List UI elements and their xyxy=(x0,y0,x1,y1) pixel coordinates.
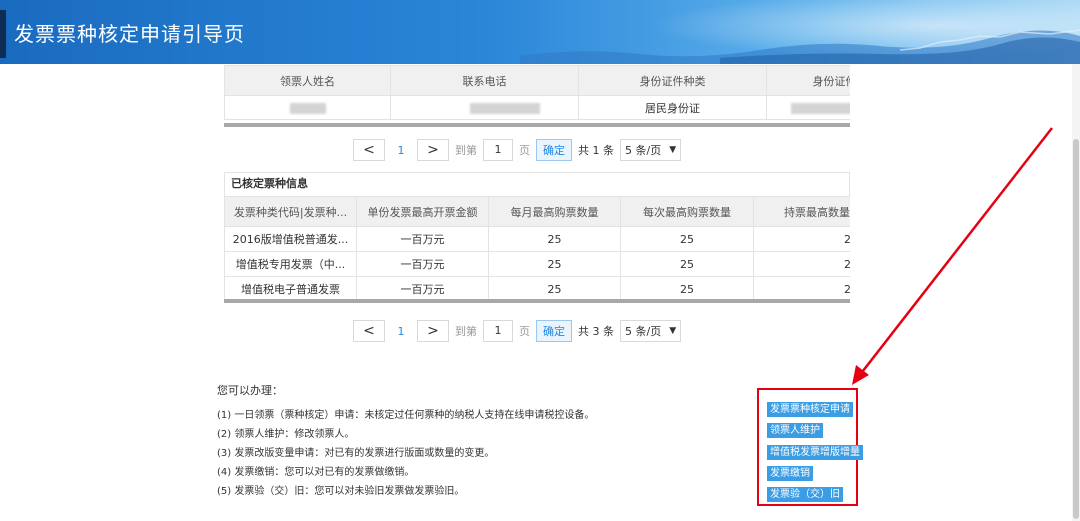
invoice-cancellation-button[interactable]: 发票缴销 xyxy=(767,466,813,481)
column-header: 单份发票最高开票金额 xyxy=(356,196,489,227)
pagination-2: < 1 > 到第 1 页 确定 共 3 条 5 条/页 ▼ xyxy=(353,319,682,343)
info-line: (5) 发票验（交）旧：您可以对未验旧发票做发票验旧。 xyxy=(217,486,465,497)
table-cell: 一百万元 xyxy=(356,251,489,277)
collector-table: 领票人姓名 联系电话 身份证件种类 身份证件号码 居民身份证 xyxy=(224,65,850,120)
table-row: 居民身份证 xyxy=(224,95,850,120)
total-count: 共 3 条 xyxy=(578,325,614,338)
table-header-row: 领票人姓名 联系电话 身份证件种类 身份证件号码 xyxy=(224,65,850,96)
column-header: 身份证件种类 xyxy=(578,65,767,96)
invoice-table-container: 发票种类代码|发票种... 单份发票最高开票金额 每月最高购票数量 每次最高购票… xyxy=(224,196,850,301)
goto-page-input[interactable]: 1 xyxy=(483,320,513,342)
action-buttons-highlight-box: 发票票种核定申请 领票人维护 增值税发票增版增量 发票缴销 发票验（交）旧 xyxy=(757,388,863,506)
goto-confirm-button[interactable]: 确定 xyxy=(536,139,572,161)
column-header: 每月最高购票数量 xyxy=(488,196,621,227)
collector-table-container: 领票人姓名 联系电话 身份证件种类 身份证件号码 居民身份证 xyxy=(224,65,850,127)
available-operations-info: 您可以办理： (1) 一日领票（票种核定）申请：未核定过任何票种的纳税人支持在线… xyxy=(217,382,594,501)
phone-cell xyxy=(390,95,579,120)
table-row[interactable]: 增值税专用发票（中... 一百万元 25 25 25 xyxy=(224,251,850,277)
page-size-value: 5 条/页 xyxy=(625,325,662,338)
id-type-cell: 居民身份证 xyxy=(578,95,767,120)
id-number-cell xyxy=(766,95,850,120)
page-header: 发票票种核定申请引导页 xyxy=(0,0,1080,64)
info-line: (1) 一日领票（票种核定）申请：未核定过任何票种的纳税人支持在线申请税控设备。 xyxy=(217,410,595,421)
table-cell: 25 xyxy=(488,251,621,277)
info-line: (3) 发票改版变量申请：对已有的发票进行版面或数量的变更。 xyxy=(217,448,495,459)
info-line: (2) 领票人维护：修改领票人。 xyxy=(217,429,355,440)
section-title: 已核定票种信息 xyxy=(224,172,850,196)
table-cell: 25 xyxy=(753,251,850,277)
page-unit-label: 页 xyxy=(519,144,530,157)
table-cell: 增值税电子普通发票 xyxy=(224,276,357,301)
total-count: 共 1 条 xyxy=(578,144,614,157)
page-size-select[interactable]: 5 条/页 ▼ xyxy=(620,139,682,161)
table-row[interactable]: 2016版增值税普通发... 一百万元 25 25 25 xyxy=(224,226,850,252)
page-title: 发票票种核定申请引导页 xyxy=(14,22,245,46)
horizontal-scrollbar[interactable] xyxy=(224,123,850,127)
info-heading: 您可以办理： xyxy=(217,384,283,397)
table-header-row: 发票种类代码|发票种... 单份发票最高开票金额 每月最高购票数量 每次最高购票… xyxy=(224,196,850,227)
pagination-1: < 1 > 到第 1 页 确定 共 1 条 5 条/页 ▼ xyxy=(353,138,682,162)
table-cell: 25 xyxy=(488,226,621,252)
header-left-bar xyxy=(0,10,6,58)
table-cell: 25 xyxy=(620,226,754,252)
collector-name-cell xyxy=(224,95,391,120)
page-scrollbar[interactable] xyxy=(1072,64,1080,521)
table-cell: 25 xyxy=(753,226,850,252)
page-unit-label: 页 xyxy=(519,325,530,338)
page-size-select[interactable]: 5 条/页 ▼ xyxy=(620,320,682,342)
redacted-id-number xyxy=(790,102,850,114)
prev-page-button[interactable]: < xyxy=(353,320,385,342)
table-cell: 25 xyxy=(488,276,621,301)
current-page-number[interactable]: 1 xyxy=(391,325,411,338)
column-header: 每次最高购票数量 xyxy=(620,196,754,227)
goto-label: 到第 xyxy=(455,325,477,338)
great-wall-banner-image xyxy=(520,29,1080,64)
next-page-button[interactable]: > xyxy=(417,320,449,342)
column-header: 身份证件号码 xyxy=(766,65,850,96)
table-cell: 25 xyxy=(753,276,850,301)
column-header: 持票最高数量 xyxy=(753,196,850,227)
info-line: (4) 发票缴销：您可以对已有的发票做缴销。 xyxy=(217,467,415,478)
goto-confirm-button[interactable]: 确定 xyxy=(536,320,572,342)
table-cell: 25 xyxy=(620,276,754,301)
column-header: 发票种类代码|发票种... xyxy=(224,196,357,227)
table-cell: 25 xyxy=(620,251,754,277)
table-row[interactable]: 增值税电子普通发票 一百万元 25 25 25 xyxy=(224,276,850,301)
invoice-type-table: 发票种类代码|发票种... 单份发票最高开票金额 每月最高购票数量 每次最高购票… xyxy=(224,196,850,301)
redacted-name xyxy=(289,102,326,114)
current-page-number[interactable]: 1 xyxy=(391,144,411,157)
table-cell: 一百万元 xyxy=(356,226,489,252)
table-cell: 2016版增值税普通发... xyxy=(224,226,357,252)
invoice-verification-button[interactable]: 发票验（交）旧 xyxy=(767,487,843,502)
vat-invoice-increase-button[interactable]: 增值税发票增版增量 xyxy=(767,445,863,460)
goto-label: 到第 xyxy=(455,144,477,157)
next-page-button[interactable]: > xyxy=(417,139,449,161)
chevron-down-icon: ▼ xyxy=(669,145,677,155)
column-header: 联系电话 xyxy=(390,65,579,96)
collector-maintenance-button[interactable]: 领票人维护 xyxy=(767,423,823,438)
prev-page-button[interactable]: < xyxy=(353,139,385,161)
page-size-value: 5 条/页 xyxy=(625,144,662,157)
horizontal-scrollbar[interactable] xyxy=(224,299,850,303)
scrollbar-thumb[interactable] xyxy=(1073,139,1079,519)
invoice-type-approval-button[interactable]: 发票票种核定申请 xyxy=(767,402,853,417)
table-cell: 增值税专用发票（中... xyxy=(224,251,357,277)
redacted-phone xyxy=(469,102,540,114)
table-cell: 一百万元 xyxy=(356,276,489,301)
column-header: 领票人姓名 xyxy=(224,65,391,96)
chevron-down-icon: ▼ xyxy=(669,326,677,336)
goto-page-input[interactable]: 1 xyxy=(483,139,513,161)
